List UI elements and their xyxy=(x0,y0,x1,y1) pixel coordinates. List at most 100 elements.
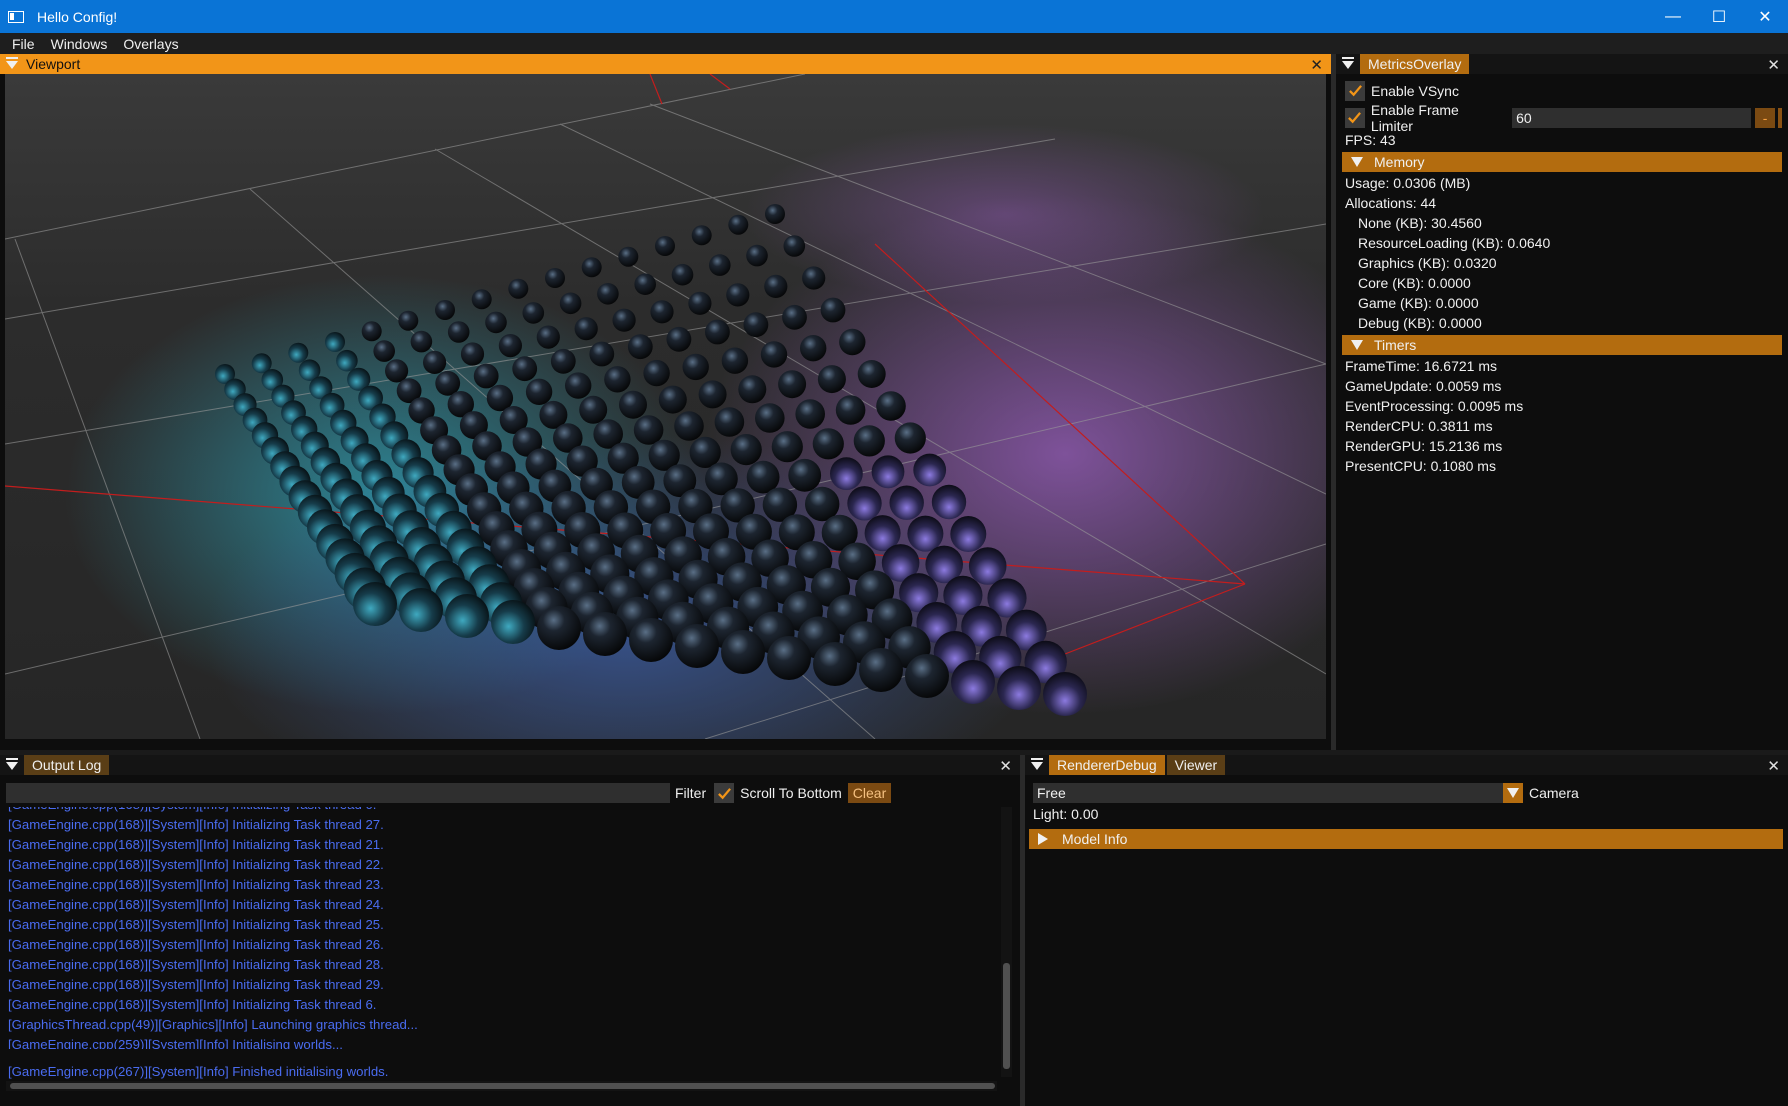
model-info-title: Model Info xyxy=(1062,831,1128,847)
sphere-object xyxy=(435,300,455,320)
memory-section-title: Memory xyxy=(1374,154,1425,170)
sphere-object xyxy=(583,612,627,656)
frame-limiter-decrement-button[interactable]: - xyxy=(1755,107,1775,128)
sphere-object xyxy=(633,415,664,445)
log-line: [GameEngine.cpp(267)][System][Info] Fini… xyxy=(8,1064,389,1079)
log-line: [GameEngine.cpp(168)][System][Info] Init… xyxy=(8,817,384,832)
sphere-object xyxy=(755,403,785,433)
tab-metrics-overlay[interactable]: MetricsOverlay xyxy=(1360,54,1470,74)
sphere-object xyxy=(689,436,721,468)
close-icon[interactable]: ✕ xyxy=(1310,56,1323,74)
memory-item: Game (KB): 0.0000 xyxy=(1358,295,1479,311)
sphere-object xyxy=(853,425,885,457)
tab-output-log[interactable]: Output Log xyxy=(24,755,110,775)
sphere-object xyxy=(746,244,768,267)
sphere-object xyxy=(847,486,882,521)
sphere-object xyxy=(771,431,803,463)
memory-usage: Usage: 0.0306 (MB) xyxy=(1345,175,1471,191)
viewport-3d-scene[interactable] xyxy=(5,74,1326,739)
collapse-icon[interactable] xyxy=(6,57,18,69)
metrics-overlay-panel: MetricsOverlay ✕ Enable VSync Enable Fra… xyxy=(1336,54,1788,750)
frame-limiter-checkbox[interactable] xyxy=(1345,107,1365,128)
timer-item: GameUpdate: 0.0059 ms xyxy=(1345,378,1502,394)
window-title-bar: Hello Config! — ☐ ✕ xyxy=(0,0,1788,33)
sphere-object xyxy=(447,321,470,343)
sphere-object xyxy=(485,311,507,334)
sphere-object xyxy=(537,606,581,650)
sphere-object xyxy=(813,642,857,686)
sphere-object xyxy=(698,380,727,409)
viewport-panel: Viewport ✕ xyxy=(0,54,1331,750)
tab-viewport[interactable]: Viewport xyxy=(24,54,88,74)
sphere-object xyxy=(765,204,785,224)
sphere-object xyxy=(907,515,944,552)
sphere-object xyxy=(473,363,499,389)
filter-label: Filter xyxy=(675,785,707,801)
sphere-object xyxy=(612,308,636,332)
renderer-debug-panel: RendererDebug Viewer ✕ Free Camera Light… xyxy=(1025,755,1788,1106)
minimize-button[interactable]: — xyxy=(1650,0,1696,33)
sphere-object xyxy=(876,391,906,421)
maximize-button[interactable]: ☐ xyxy=(1696,0,1742,33)
collapse-icon[interactable] xyxy=(1031,758,1043,770)
vsync-checkbox[interactable] xyxy=(1345,80,1365,101)
sphere-object xyxy=(688,291,712,315)
checkmark-icon xyxy=(1348,85,1362,97)
frame-limiter-input[interactable]: 60 xyxy=(1512,107,1752,128)
scroll-to-bottom-label: Scroll To Bottom xyxy=(740,785,842,801)
collapse-icon[interactable] xyxy=(1342,57,1354,69)
output-log-header: Output Log ✕ xyxy=(0,755,1020,775)
log-line: [GameEngine.cpp(168)][System][Info] Init… xyxy=(6,807,1006,815)
scrollbar-thumb[interactable] xyxy=(10,1083,995,1089)
filter-input[interactable] xyxy=(6,783,670,803)
model-info-header[interactable]: Model Info xyxy=(1029,829,1783,849)
sphere-object xyxy=(629,618,673,662)
sphere-object xyxy=(525,378,553,405)
sphere-object xyxy=(674,411,704,441)
log-horizontal-scrollbar[interactable] xyxy=(6,1081,997,1091)
sphere-object xyxy=(743,312,769,338)
sphere-object xyxy=(643,359,670,387)
close-icon[interactable]: ✕ xyxy=(999,757,1012,775)
sphere-object xyxy=(619,390,647,419)
clear-button[interactable]: Clear xyxy=(847,783,892,803)
log-line: [GameEngine.cpp(168)][System][Info] Init… xyxy=(8,877,384,892)
frame-limiter-increment-button[interactable] xyxy=(1778,107,1782,128)
log-vertical-scrollbar[interactable] xyxy=(1001,807,1012,1077)
sphere-object xyxy=(778,370,807,399)
sphere-object xyxy=(951,660,995,704)
menu-windows[interactable]: Windows xyxy=(43,36,116,52)
viewport-header: Viewport ✕ xyxy=(0,54,1331,74)
sphere-object xyxy=(589,341,615,367)
tab-viewer[interactable]: Viewer xyxy=(1166,755,1226,775)
sphere-object xyxy=(782,304,807,330)
scrollbar-thumb[interactable] xyxy=(1003,963,1010,1069)
sphere-object xyxy=(491,600,535,644)
camera-select[interactable]: Free xyxy=(1033,783,1503,803)
close-window-button[interactable]: ✕ xyxy=(1742,0,1788,33)
vertical-splitter[interactable] xyxy=(1331,54,1336,750)
sphere-object xyxy=(767,636,811,680)
log-line: [GameEngine.cpp(259)][System][Info] Init… xyxy=(8,1037,343,1049)
menu-file[interactable]: File xyxy=(0,36,43,52)
metrics-header: MetricsOverlay ✕ xyxy=(1336,54,1788,74)
menu-overlays[interactable]: Overlays xyxy=(115,36,186,52)
memory-section-header[interactable]: Memory xyxy=(1342,152,1782,172)
log-line: [GameEngine.cpp(168)][System][Info] Init… xyxy=(8,937,384,952)
sphere-object xyxy=(709,254,731,276)
collapse-icon[interactable] xyxy=(6,758,18,770)
sphere-object xyxy=(597,283,619,305)
log-list[interactable]: [GameEngine.cpp(168)][System][Info] Init… xyxy=(6,807,1006,1049)
close-icon[interactable]: ✕ xyxy=(1767,56,1780,74)
tab-renderer-debug[interactable]: RendererDebug xyxy=(1049,755,1165,775)
sphere-object xyxy=(728,214,749,235)
timers-section-header[interactable]: Timers xyxy=(1342,335,1782,355)
renderer-debug-header: RendererDebug Viewer ✕ xyxy=(1025,755,1788,775)
chevron-down-icon[interactable] xyxy=(1503,783,1523,803)
sphere-object xyxy=(788,458,822,492)
scroll-to-bottom-checkbox[interactable] xyxy=(714,783,735,803)
sphere-object xyxy=(581,257,602,278)
sphere-object xyxy=(627,334,653,360)
close-icon[interactable]: ✕ xyxy=(1767,757,1780,775)
sphere-object xyxy=(871,455,905,489)
